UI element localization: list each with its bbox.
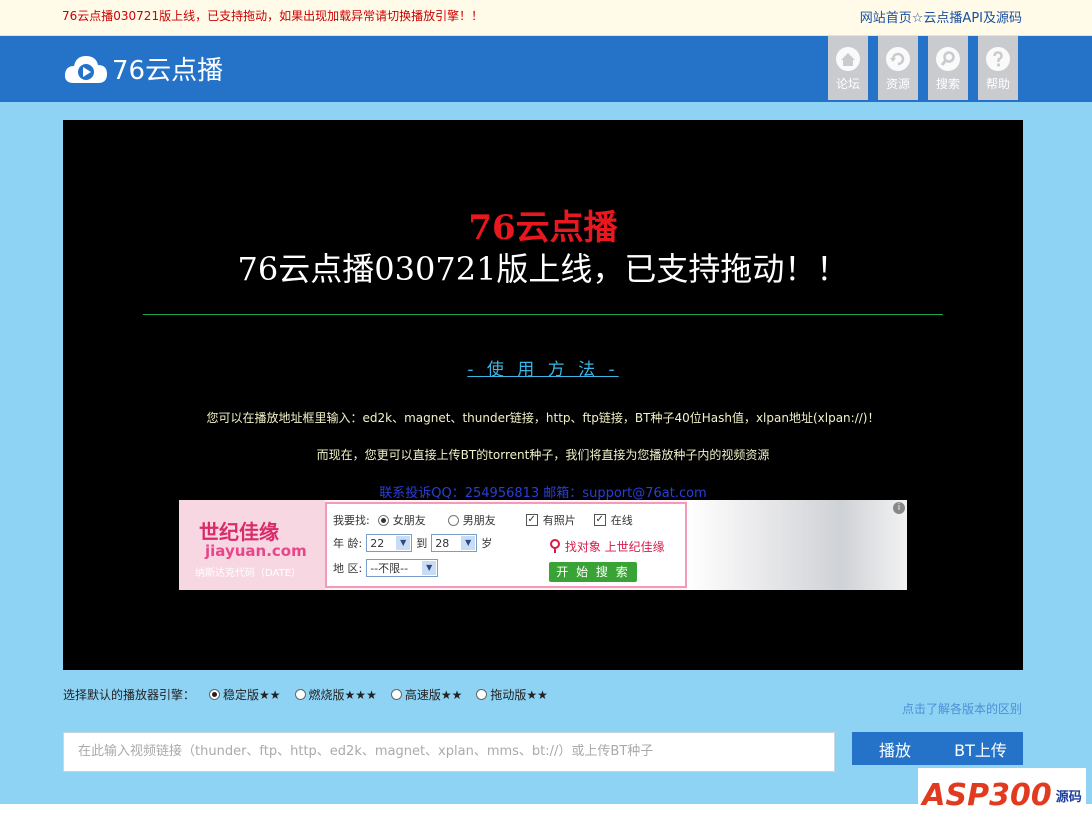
ad-age-from-select[interactable]: 22 ▼ xyxy=(366,534,413,552)
top-notice-text: 76云点播030721版上线，已支持拖动，如果出现加载异常请切换播放引擎！！ xyxy=(62,9,484,23)
ad-find-link-text: 找对象 上世纪佳缘 xyxy=(564,540,665,554)
ad-search-form: 我要找: 女朋友 男朋友 ✓ 有照片 ✓ 在线 年 龄: 22 ▼ 到 28 ▼ 岁… xyxy=(325,502,687,588)
location-pin-icon xyxy=(550,539,560,553)
engine-option-burn[interactable]: 燃烧版★★★ xyxy=(294,686,377,703)
ad-age-label: 年 龄: xyxy=(333,537,363,550)
top-notice-bar: 76云点播030721版上线，已支持拖动，如果出现加载异常请切换播放引擎！！ 网… xyxy=(0,0,1092,36)
ad-region-select[interactable]: --不限-- ▼ xyxy=(366,559,439,577)
ad-age-to-word: 到 xyxy=(416,537,428,550)
nav-search-label: 搜索 xyxy=(935,77,960,91)
ad-row-age: 年 龄: 22 ▼ 到 28 ▼ 岁 xyxy=(333,534,492,552)
version-diff-link[interactable]: 点击了解各版本的区别 xyxy=(902,700,1022,717)
watermark-main: ASP300 xyxy=(922,778,1052,813)
search-icon xyxy=(936,47,960,71)
ad-search-button[interactable]: 开 始 搜 索 xyxy=(549,562,637,582)
home-icon xyxy=(836,47,860,71)
bt-upload-button[interactable]: BT上传 xyxy=(938,737,1023,761)
ad-age-to-value: 28 xyxy=(435,536,450,550)
ad-brand-en: jiayuan.com xyxy=(205,542,307,560)
header-nav: 论坛 资源 搜索 帮助 xyxy=(828,36,1018,100)
player-subtitle: 76云点播030721版上线，已支持拖动！！ xyxy=(237,250,849,288)
player-divider xyxy=(143,314,943,315)
watermark-sub: 源码 xyxy=(1055,790,1082,805)
nav-forum-label: 论坛 xyxy=(835,77,860,91)
site-logo[interactable]: 76云点播 xyxy=(64,50,223,87)
cloud-play-icon xyxy=(64,55,107,83)
engine-radio-drag[interactable] xyxy=(476,689,488,700)
watermark-logo: ASP300 源码 xyxy=(918,768,1086,823)
ad-radio-male[interactable] xyxy=(447,514,459,526)
ad-age-unit: 岁 xyxy=(481,537,493,550)
engine-option-label: 拖动版★★ xyxy=(490,688,548,702)
usage-text-2: 而现在，您更可以直接上传BT的torrent种子，我们将直接为您播放种子内的视频… xyxy=(316,448,770,462)
logo-text: 76云点播 xyxy=(112,56,224,86)
ad-age-from-value: 22 xyxy=(370,536,385,550)
ad-find-link[interactable]: 找对象 上世纪佳缘 xyxy=(549,538,665,555)
engine-option-label: 高速版★★ xyxy=(404,688,463,702)
home-link[interactable]: 网站首页 xyxy=(860,11,912,26)
top-links: 网站首页☆云点播API及源码 xyxy=(860,7,1022,26)
chevron-down-icon: ▼ xyxy=(461,536,476,550)
ad-info-icon[interactable]: i xyxy=(893,502,905,514)
ad-row-find: 我要找: 女朋友 男朋友 ✓ 有照片 ✓ 在线 xyxy=(333,512,633,528)
contact-info: 联系投诉QQ：254956813 邮箱：support@76at.com xyxy=(379,486,707,501)
engine-option-drag[interactable]: 拖动版★★ xyxy=(476,686,548,703)
ad-online-label: 在线 xyxy=(610,514,633,527)
engine-radio-fast[interactable] xyxy=(390,689,402,700)
chevron-down-icon: ▼ xyxy=(396,536,411,550)
nav-help[interactable]: 帮助 xyxy=(978,36,1018,100)
ad-age-to-select[interactable]: 28 ▼ xyxy=(431,534,478,552)
action-buttons: 播放 BT上传 xyxy=(852,732,1023,765)
ad-region-value: --不限-- xyxy=(370,562,409,575)
play-button[interactable]: 播放 xyxy=(852,737,938,761)
dating-ad-banner[interactable]: 世纪佳缘 jiayuan.com 纳斯达克代码（DATE） 我要找: 女朋友 男… xyxy=(179,500,907,590)
api-source-link[interactable]: 云点播API及源码 xyxy=(923,11,1022,26)
ad-tagline: 纳斯达克代码（DATE） xyxy=(195,568,302,579)
ad-photo-label: 有照片 xyxy=(542,514,576,527)
nav-resources-label: 资源 xyxy=(885,77,910,91)
ad-check-online[interactable]: ✓ xyxy=(593,514,606,526)
ad-brand-panel: 世纪佳缘 jiayuan.com 纳斯达克代码（DATE） xyxy=(179,500,325,590)
help-icon xyxy=(986,47,1010,71)
usage-method-link[interactable]: - 使 用 方 法 - xyxy=(467,360,618,380)
video-url-input[interactable]: 在此输入视频链接（thunder、ftp、http、ed2k、magnet、xp… xyxy=(63,732,835,772)
engine-radio-stable[interactable] xyxy=(209,689,221,700)
engine-label: 选择默认的播放器引擎： xyxy=(63,688,196,702)
ad-find-label: 我要找: xyxy=(333,514,370,527)
ad-brand-cn: 世纪佳缘 xyxy=(199,520,279,544)
engine-option-stable[interactable]: 稳定版★★ xyxy=(209,686,281,703)
link-separator: ☆ xyxy=(911,11,924,26)
ad-radio-female[interactable] xyxy=(377,514,389,526)
video-player-area[interactable]: 76云点播 76云点播030721版上线，已支持拖动！！ - 使 用 方 法 -… xyxy=(63,120,1023,670)
ad-couple-photo: i xyxy=(687,500,907,590)
ad-male-label: 男朋友 xyxy=(462,514,496,527)
nav-resources[interactable]: 资源 xyxy=(878,36,918,100)
engine-selector: 选择默认的播放器引擎： 稳定版★★ 燃烧版★★★ 高速版★★ 拖动版★★ xyxy=(63,686,548,703)
chevron-down-icon: ▼ xyxy=(422,561,437,575)
player-title: 76云点播 xyxy=(468,208,618,248)
nav-help-label: 帮助 xyxy=(985,77,1010,91)
engine-radio-burn[interactable] xyxy=(294,689,306,700)
nav-forum[interactable]: 论坛 xyxy=(828,36,868,100)
ad-region-label: 地 区: xyxy=(333,562,363,575)
ad-female-label: 女朋友 xyxy=(392,514,426,527)
refresh-icon xyxy=(886,47,910,71)
usage-method: - 使 用 方 法 - xyxy=(63,355,1023,380)
site-header: 76云点播 论坛 资源 搜索 帮助 xyxy=(0,36,1092,102)
nav-search[interactable]: 搜索 xyxy=(928,36,968,100)
engine-option-label: 燃烧版★★★ xyxy=(308,688,377,702)
ad-row-region: 地 区: --不限-- ▼ xyxy=(333,559,442,577)
usage-text-1: 您可以在播放地址框里输入：ed2k、magnet、thunder链接，http、… xyxy=(206,411,880,425)
engine-option-label: 稳定版★★ xyxy=(223,688,281,702)
engine-option-fast[interactable]: 高速版★★ xyxy=(390,686,463,703)
ad-check-photo[interactable]: ✓ xyxy=(525,514,538,526)
